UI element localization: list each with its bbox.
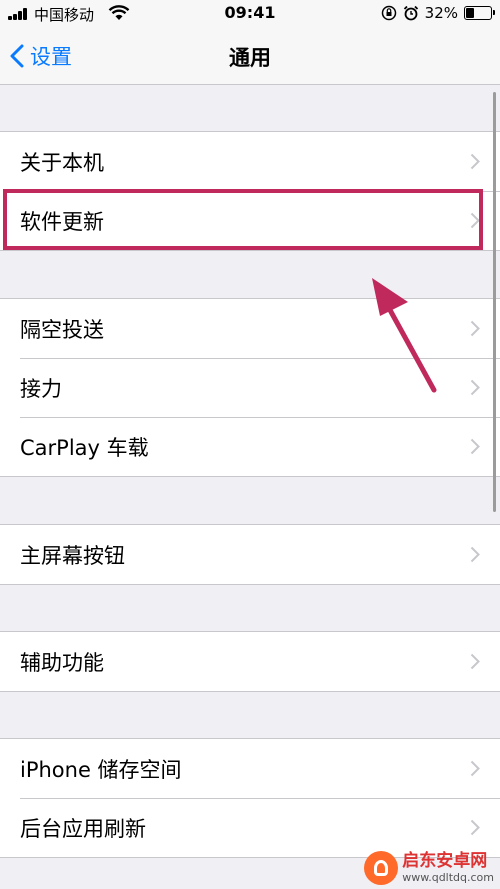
battery-fill [466,8,475,18]
alarm-icon [403,5,418,21]
chevron-right-icon [470,546,480,563]
watermark-name: 启东安卓网 [402,851,488,871]
list-item-label: iPhone 储存空间 [20,757,182,782]
watermark-logo-icon [364,851,399,885]
list-item-carplay[interactable]: CarPlay 车载 [0,417,500,476]
chevron-right-icon [470,153,480,170]
chevron-right-icon [470,320,480,337]
chevron-right-icon [470,438,480,455]
settings-group-home-button: 主屏幕按钮 [0,524,500,585]
list-item-label: CarPlay 车载 [20,435,149,460]
battery-icon [464,6,495,20]
list-item-label: 隔空投送 [20,317,104,342]
list-item-iphone-storage[interactable]: iPhone 储存空间 [0,739,500,798]
list-item-accessibility[interactable]: 辅助功能 [0,632,500,691]
settings-group-accessibility: 辅助功能 [0,631,500,692]
chevron-right-icon [470,760,480,777]
annotation-arrow-icon [372,278,437,393]
chevron-right-icon [470,379,480,396]
page-title: 通用 [229,46,271,70]
list-item-label: 接力 [20,376,62,401]
status-bar: 中国移动 09:41 32% [0,0,500,28]
list-item-label: 后台应用刷新 [20,816,146,841]
settings-group-storage: iPhone 储存空间 后台应用刷新 [0,738,500,858]
watermark: 启东安卓网 www.qdltdq.com [364,851,494,885]
scroll-indicator[interactable] [493,92,496,512]
highlight-box [3,189,483,250]
battery-percentage: 32% [424,4,458,22]
chevron-right-icon [470,653,480,670]
list-item-label: 关于本机 [20,150,104,175]
list-item-label: 主屏幕按钮 [20,543,125,568]
orientation-lock-icon [381,5,396,21]
chevron-right-icon [470,819,480,836]
navigation-bar: 设置 通用 [0,28,500,85]
list-item-home-button[interactable]: 主屏幕按钮 [0,525,500,584]
list-item-label: 辅助功能 [20,650,104,675]
watermark-url: www.qdltdq.com [402,871,494,884]
list-item-background-refresh[interactable]: 后台应用刷新 [0,798,500,857]
list-item-about[interactable]: 关于本机 [0,132,500,191]
